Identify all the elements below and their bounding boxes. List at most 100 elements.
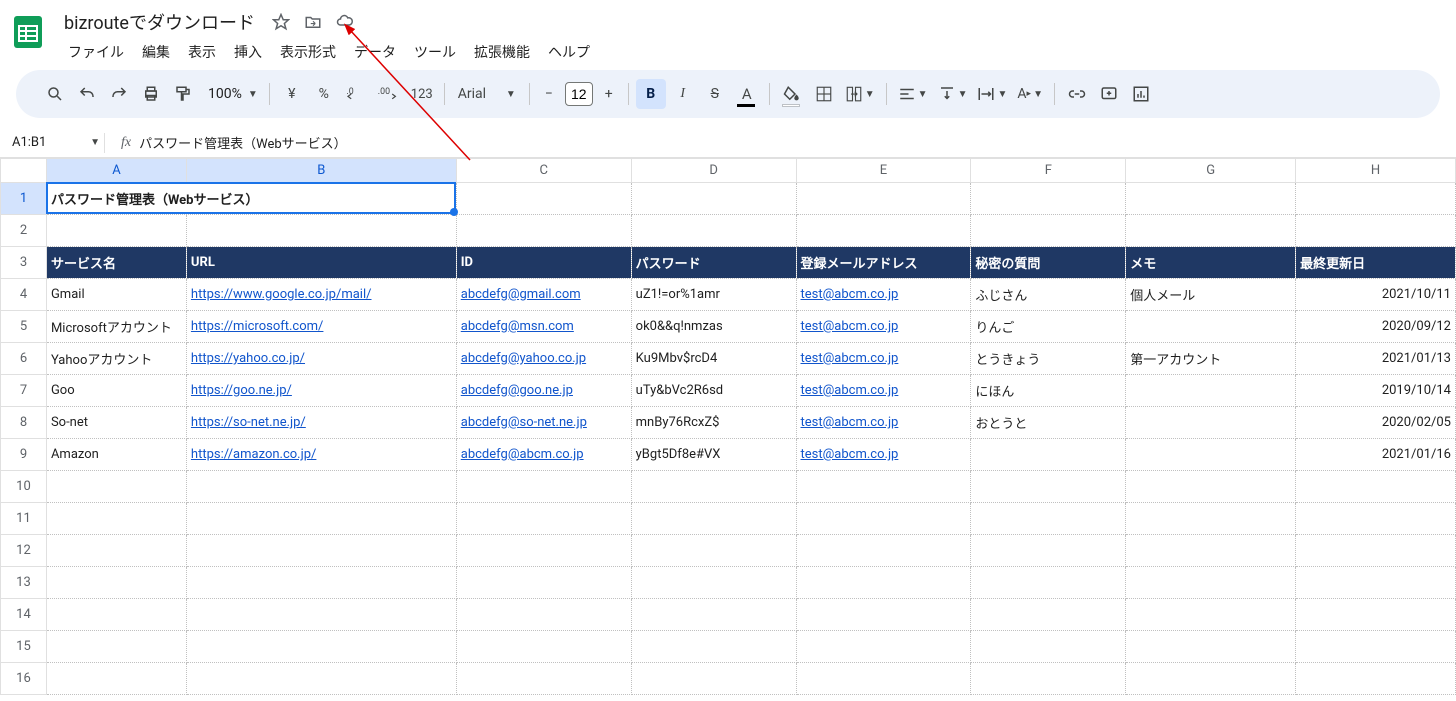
cell[interactable]: Amazon bbox=[46, 439, 186, 471]
cell[interactable]: https://microsoft.com/ bbox=[186, 311, 456, 343]
increase-font-button[interactable]: + bbox=[597, 82, 621, 106]
font-size-input[interactable] bbox=[565, 82, 593, 106]
cell[interactable]: abcdefg@gmail.com bbox=[456, 279, 631, 311]
menu-データ[interactable]: データ bbox=[346, 38, 404, 66]
cell[interactable]: 2020/02/05 bbox=[1296, 407, 1456, 439]
cell[interactable] bbox=[631, 535, 796, 567]
cell[interactable]: 2021/01/16 bbox=[1296, 439, 1456, 471]
cell[interactable] bbox=[796, 215, 971, 247]
cell[interactable]: ふじさん bbox=[971, 279, 1126, 311]
cell[interactable] bbox=[1126, 311, 1296, 343]
cell[interactable]: https://so-net.ne.jp/ bbox=[186, 407, 456, 439]
bold-button[interactable]: B bbox=[636, 79, 666, 109]
cell[interactable]: 2021/10/11 bbox=[1296, 279, 1456, 311]
cell[interactable] bbox=[186, 215, 456, 247]
cell[interactable]: にほん bbox=[971, 375, 1126, 407]
select-all-corner[interactable] bbox=[1, 159, 47, 183]
increase-decimal-icon[interactable]: .00 bbox=[373, 79, 405, 109]
col-header-C[interactable]: C bbox=[456, 159, 631, 183]
row-header-6[interactable]: 6 bbox=[1, 343, 47, 375]
cell[interactable] bbox=[46, 215, 186, 247]
cell[interactable] bbox=[631, 215, 796, 247]
cell[interactable] bbox=[186, 631, 456, 663]
rotate-text-button[interactable]: A▸▼ bbox=[1013, 79, 1047, 109]
cell[interactable]: おとうと bbox=[971, 407, 1126, 439]
row-header-8[interactable]: 8 bbox=[1, 407, 47, 439]
decrease-decimal-icon[interactable]: .0 bbox=[341, 79, 371, 109]
paint-format-icon[interactable] bbox=[168, 79, 198, 109]
cell[interactable]: test@abcm.co.jp bbox=[796, 375, 971, 407]
row-header-4[interactable]: 4 bbox=[1, 279, 47, 311]
borders-button[interactable] bbox=[809, 79, 839, 109]
cell[interactable]: test@abcm.co.jp bbox=[796, 311, 971, 343]
row-header-12[interactable]: 12 bbox=[1, 535, 47, 567]
cell[interactable] bbox=[46, 663, 186, 695]
cell[interactable] bbox=[971, 471, 1126, 503]
cell[interactable]: uZ1!=or%1amr bbox=[631, 279, 796, 311]
cell[interactable] bbox=[796, 183, 971, 215]
cell[interactable]: 個人メール bbox=[1126, 279, 1296, 311]
cell[interactable] bbox=[1296, 183, 1456, 215]
cell[interactable] bbox=[1126, 567, 1296, 599]
insert-link-icon[interactable] bbox=[1062, 79, 1092, 109]
cell[interactable]: Gmail bbox=[46, 279, 186, 311]
insert-chart-icon[interactable] bbox=[1126, 79, 1156, 109]
insert-comment-icon[interactable] bbox=[1094, 79, 1124, 109]
cell[interactable] bbox=[796, 599, 971, 631]
cell[interactable]: test@abcm.co.jp bbox=[796, 343, 971, 375]
cell[interactable]: 第一アカウント bbox=[1126, 343, 1296, 375]
cell[interactable] bbox=[1296, 471, 1456, 503]
row-header-3[interactable]: 3 bbox=[1, 247, 47, 279]
cell[interactable] bbox=[1126, 215, 1296, 247]
cell[interactable] bbox=[971, 567, 1126, 599]
cell[interactable] bbox=[796, 631, 971, 663]
row-header-7[interactable]: 7 bbox=[1, 375, 47, 407]
font-dropdown[interactable]: Arial▼ bbox=[452, 79, 522, 109]
cell[interactable] bbox=[1296, 215, 1456, 247]
cell[interactable] bbox=[1126, 663, 1296, 695]
cell[interactable]: 最終更新日 bbox=[1296, 247, 1456, 279]
menu-ファイル[interactable]: ファイル bbox=[60, 38, 132, 66]
cell[interactable]: パスワード管理表（Webサービス） bbox=[46, 183, 456, 215]
text-color-button[interactable]: A bbox=[732, 79, 762, 109]
sheets-logo[interactable] bbox=[8, 12, 48, 52]
cell[interactable] bbox=[796, 535, 971, 567]
cell[interactable]: Microsoftアカウント bbox=[46, 311, 186, 343]
currency-button[interactable]: ¥ bbox=[277, 79, 307, 109]
merge-cells-button[interactable]: ▼ bbox=[841, 79, 879, 109]
row-header-5[interactable]: 5 bbox=[1, 311, 47, 343]
cell[interactable] bbox=[631, 631, 796, 663]
cell[interactable] bbox=[631, 503, 796, 535]
fill-color-button[interactable] bbox=[777, 79, 807, 109]
cell[interactable] bbox=[456, 567, 631, 599]
cell[interactable]: Yahooアカウント bbox=[46, 343, 186, 375]
cell[interactable]: abcdefg@yahoo.co.jp bbox=[456, 343, 631, 375]
cell[interactable]: abcdefg@abcm.co.jp bbox=[456, 439, 631, 471]
zoom-dropdown[interactable]: 100%▼ bbox=[200, 79, 262, 109]
row-header-1[interactable]: 1 bbox=[1, 183, 47, 215]
strikethrough-button[interactable]: S bbox=[700, 79, 730, 109]
cell[interactable] bbox=[631, 567, 796, 599]
cell[interactable] bbox=[456, 631, 631, 663]
cell[interactable]: とうきょう bbox=[971, 343, 1126, 375]
col-header-E[interactable]: E bbox=[796, 159, 971, 183]
print-icon[interactable] bbox=[136, 79, 166, 109]
cell[interactable]: Goo bbox=[46, 375, 186, 407]
cell[interactable] bbox=[1126, 631, 1296, 663]
cell[interactable] bbox=[1296, 567, 1456, 599]
cell[interactable] bbox=[456, 183, 631, 215]
decrease-font-button[interactable]: − bbox=[537, 82, 561, 106]
cell[interactable] bbox=[1296, 663, 1456, 695]
cell[interactable] bbox=[46, 535, 186, 567]
cell[interactable] bbox=[1126, 407, 1296, 439]
cell[interactable] bbox=[971, 183, 1126, 215]
cell[interactable] bbox=[456, 215, 631, 247]
cell[interactable] bbox=[46, 599, 186, 631]
menu-編集[interactable]: 編集 bbox=[134, 38, 178, 66]
cell[interactable] bbox=[456, 663, 631, 695]
cell[interactable]: 登録メールアドレス bbox=[796, 247, 971, 279]
cell[interactable] bbox=[796, 567, 971, 599]
cell[interactable] bbox=[186, 567, 456, 599]
h-align-button[interactable]: ▼ bbox=[894, 79, 932, 109]
row-header-14[interactable]: 14 bbox=[1, 599, 47, 631]
